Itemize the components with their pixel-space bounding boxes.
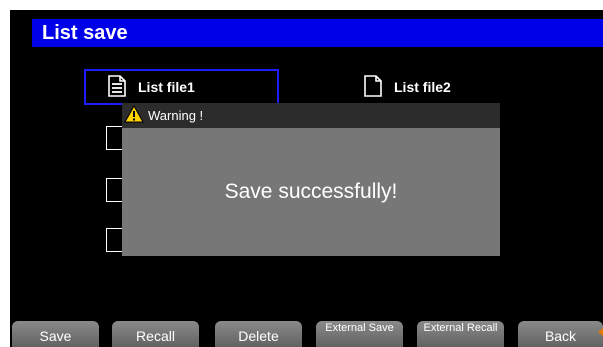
softkey-bar: Save Recall Delete External Save Externa…: [10, 316, 603, 347]
save-button[interactable]: Save: [12, 321, 99, 347]
dialog-title: Warning !: [148, 108, 204, 123]
list-file-7-icon[interactable]: [106, 228, 122, 252]
back-button[interactable]: Back: [518, 321, 603, 347]
dialog-message: Save successfully!: [224, 180, 398, 203]
page-title: List save: [32, 19, 603, 47]
dialog-header: Warning !: [122, 103, 500, 128]
list-file-1[interactable]: List file1: [84, 69, 279, 105]
external-save-button[interactable]: External Save: [316, 321, 403, 347]
list-file-2[interactable]: List file2: [360, 69, 524, 105]
list-file-5-icon[interactable]: [106, 178, 122, 202]
list-file-1-label: List file1: [138, 79, 195, 95]
instrument-screen: List save List file1 List file2 Warning …: [10, 10, 603, 347]
document-empty-icon: [364, 74, 394, 100]
list-file-2-label: List file2: [394, 79, 451, 95]
list-file-3-icon[interactable]: [106, 126, 122, 150]
warning-dialog: Warning ! Save successfully!: [122, 103, 500, 256]
external-recall-button[interactable]: External Recall: [417, 321, 504, 347]
recall-button[interactable]: Recall: [112, 321, 199, 347]
warning-icon: [124, 104, 148, 126]
document-filled-icon: [108, 74, 138, 100]
more-arrow-icon: [598, 328, 603, 336]
delete-button[interactable]: Delete: [215, 321, 302, 347]
